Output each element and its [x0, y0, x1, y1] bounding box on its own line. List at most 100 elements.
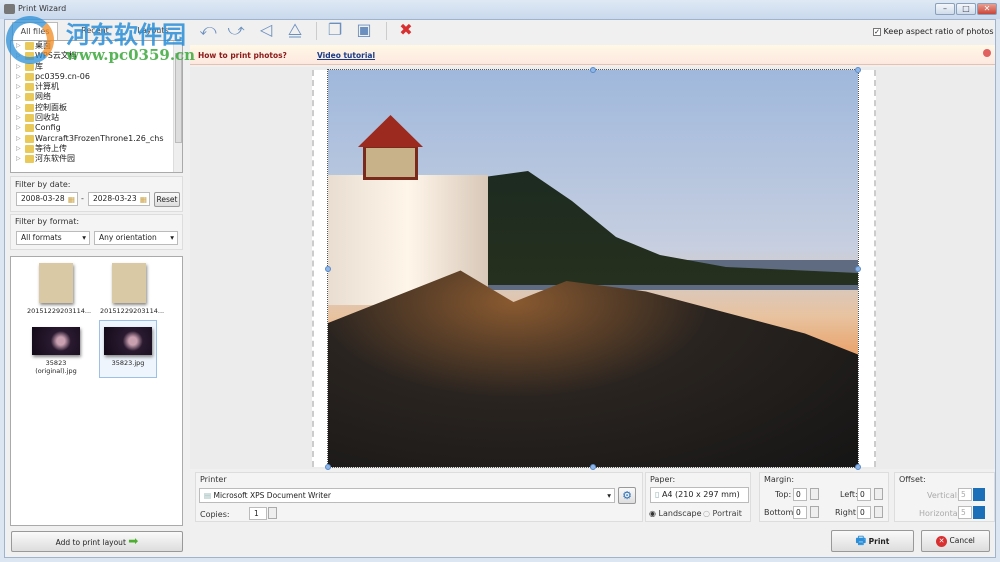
margin-right-stepper[interactable] — [874, 506, 883, 518]
format-select[interactable]: All formats ▾ — [16, 231, 90, 245]
margin-bottom-stepper[interactable] — [810, 506, 819, 518]
expand-arrow-icon[interactable]: ▷ — [16, 92, 21, 102]
expand-arrow-icon[interactable]: ▷ — [16, 134, 21, 144]
tree-item[interactable]: ▷ Warcraft3FrozenThrone1.26_chs — [11, 134, 182, 144]
lighthouse-lamp — [363, 145, 418, 180]
add-to-print-layout-button[interactable]: Add to print layout ➡ — [11, 531, 183, 552]
margin-right-input[interactable]: 0 — [857, 506, 871, 519]
expand-arrow-icon[interactable]: ▷ — [16, 144, 21, 154]
tree-item-label: Config — [35, 123, 61, 133]
expand-arrow-icon[interactable]: ▷ — [16, 62, 21, 72]
flip-horizontal-icon[interactable]: ⧋ — [285, 20, 305, 40]
watermark-url: www.pc0359.cn — [66, 46, 196, 64]
offset-horizontal-slider[interactable] — [973, 506, 985, 519]
margin-bottom-input[interactable]: 0 — [793, 506, 807, 519]
thumbnail-list[interactable]: 20151229203114... 20151229203114... 3582… — [10, 256, 183, 526]
margin-label: Margin: — [764, 475, 795, 484]
expand-arrow-icon[interactable]: ▷ — [16, 123, 21, 133]
info-bar — [190, 45, 995, 65]
minimize-button[interactable]: – — [935, 3, 955, 15]
rotate-left-icon[interactable]: ⤺ — [198, 20, 218, 40]
margin-top-stepper[interactable] — [810, 488, 819, 500]
tree-item-label: 回收站 — [35, 113, 59, 123]
landscape-radio[interactable]: ◉ Landscape — [649, 509, 702, 518]
date-from-input[interactable]: 2008-03-28 ▦ — [16, 192, 78, 206]
tree-item[interactable]: ▷ 河东软件园 — [11, 154, 182, 164]
offset-horizontal-label: Horizontal: — [919, 509, 963, 518]
radio-selected-icon[interactable]: ◉ — [649, 509, 656, 518]
margin-left-input[interactable]: 0 — [857, 488, 871, 501]
how-to-print-link[interactable]: How to print photos? — [198, 51, 287, 60]
copies-stepper[interactable] — [268, 507, 277, 519]
resize-handle[interactable] — [855, 464, 861, 470]
copy-icon[interactable]: ❐ — [325, 20, 345, 40]
copies-input[interactable]: 1 — [249, 507, 267, 520]
offset-vertical-input[interactable]: 5 — [958, 488, 972, 501]
radio-icon[interactable]: ○ — [703, 509, 710, 518]
portrait-radio[interactable]: ○ Portrait — [703, 509, 742, 518]
add-button-label: Add to print layout — [55, 538, 126, 547]
keep-aspect-checkbox[interactable]: ✓ Keep aspect ratio of photos — [873, 27, 994, 36]
filter-format-label: Filter by format: — [15, 217, 80, 226]
page-icon: ▯ — [655, 490, 660, 499]
tree-item[interactable]: ▷ pc0359.cn-06 — [11, 72, 182, 82]
cancel-icon: ✕ — [936, 535, 948, 547]
fit-icon[interactable]: ▣ — [354, 20, 374, 40]
photo-preview[interactable] — [327, 69, 859, 468]
resize-handle[interactable] — [325, 266, 331, 272]
delete-icon[interactable]: ✖ — [396, 20, 416, 40]
resize-handle[interactable] — [590, 464, 596, 470]
paper-select[interactable]: ▯ A4 (210 x 297 mm) — [650, 487, 749, 503]
offset-horizontal-input[interactable]: 5 — [958, 506, 972, 519]
expand-arrow-icon[interactable]: ▷ — [16, 82, 21, 92]
expand-arrow-icon[interactable]: ▷ — [16, 72, 21, 82]
expand-arrow-icon[interactable]: ▷ — [16, 154, 21, 164]
calendar-icon[interactable]: ▦ — [68, 194, 75, 206]
printer-settings-gear-icon[interactable]: ⚙ — [618, 487, 636, 504]
thumbnail-item[interactable]: 20151229203114... — [100, 257, 164, 315]
tree-item[interactable]: ▷ 回收站 — [11, 113, 182, 123]
tree-item[interactable]: ▷ 控制面板 — [11, 103, 182, 113]
resize-handle[interactable] — [590, 67, 596, 73]
folder-icon — [25, 134, 34, 143]
print-button[interactable]: 🖶 Print — [831, 530, 914, 552]
checkbox-icon[interactable]: ✓ — [873, 28, 881, 36]
orientation-select[interactable]: Any orientation ▾ — [94, 231, 178, 245]
video-tutorial-link[interactable]: Video tutorial — [317, 51, 375, 60]
thumbnail-item-selected[interactable]: 35823.jpg — [99, 320, 157, 378]
expand-arrow-icon[interactable]: ▷ — [16, 113, 21, 123]
format-value: All formats — [21, 233, 62, 242]
thumbnail-item[interactable]: 20151229203114... — [27, 257, 91, 315]
thumbnail-name: 35823 (original).jpg — [35, 359, 77, 375]
resize-handle[interactable] — [325, 464, 331, 470]
arrow-right-icon: ➡ — [128, 534, 139, 548]
printer-select[interactable]: ▤ Microsoft XPS Document Writer ▾ — [199, 488, 615, 503]
tree-item[interactable]: ▷ 计算机 — [11, 82, 182, 92]
tree-item[interactable]: ▷ Config — [11, 123, 182, 133]
margin-top-input[interactable]: 0 — [793, 488, 807, 501]
offset-vertical-slider[interactable] — [973, 488, 985, 501]
margin-left-stepper[interactable] — [874, 488, 883, 500]
tree-item-label: Warcraft3FrozenThrone1.26_chs — [35, 133, 164, 143]
date-to-input[interactable]: 2028-03-23 ▦ — [88, 192, 150, 206]
printer-icon: 🖶 — [855, 534, 867, 547]
network-icon — [25, 93, 34, 102]
cancel-button[interactable]: ✕ Cancel — [921, 530, 990, 552]
maximize-button[interactable]: □ — [956, 3, 976, 15]
resize-handle[interactable] — [855, 266, 861, 272]
tree-item[interactable]: ▷ 网络 — [11, 92, 182, 102]
rotate-right-icon[interactable]: ⤻ — [226, 20, 246, 40]
tree-item[interactable]: ▷ 等待上传 — [11, 144, 182, 154]
calendar-icon[interactable]: ▦ — [140, 194, 147, 206]
printer-value: Microsoft XPS Document Writer — [213, 491, 331, 500]
user-folder-icon — [25, 72, 34, 81]
close-button[interactable]: ✕ — [977, 3, 997, 15]
resize-handle[interactable] — [855, 67, 861, 73]
folder-icon — [25, 124, 34, 133]
expand-arrow-icon[interactable]: ▷ — [16, 103, 21, 113]
thumbnail-item[interactable]: 35823 (original).jpg — [27, 321, 85, 375]
offset-label: Offset: — [899, 475, 926, 484]
reset-button[interactable]: Reset — [154, 192, 180, 207]
close-info-icon[interactable] — [983, 49, 991, 57]
flip-vertical-icon[interactable]: ◁ — [256, 20, 276, 40]
